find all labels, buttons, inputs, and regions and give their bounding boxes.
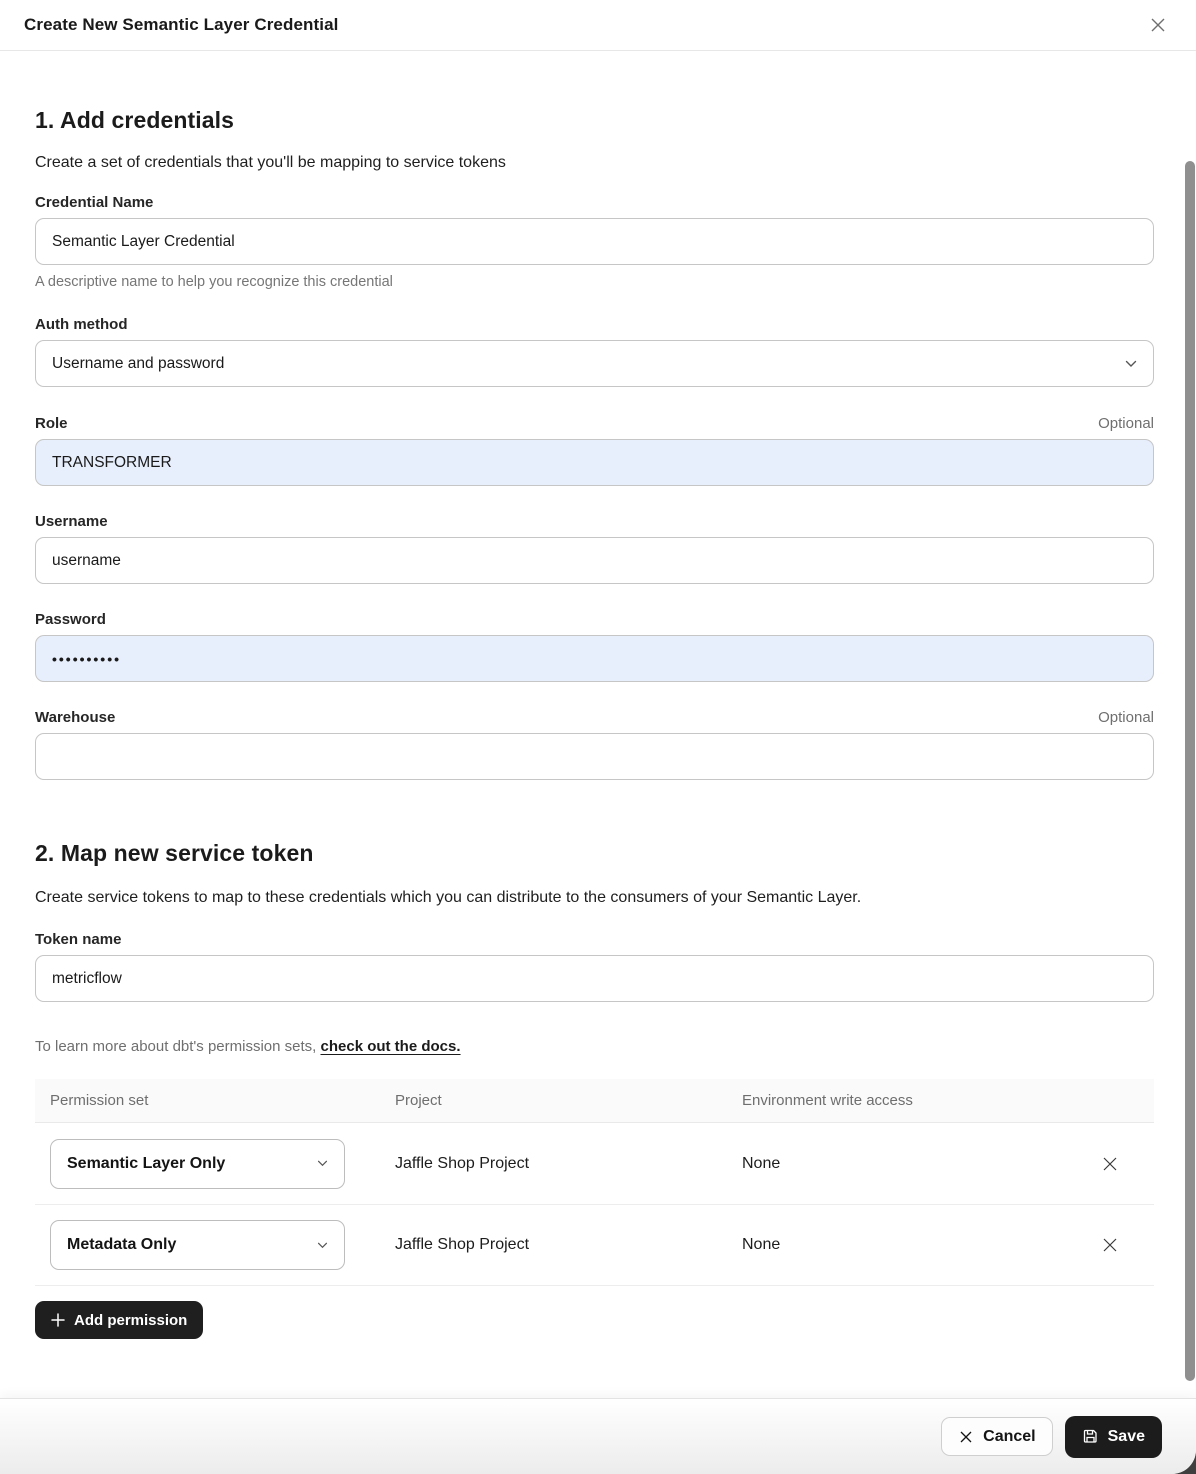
password-input[interactable] xyxy=(35,635,1154,682)
chevron-down-icon xyxy=(317,1242,328,1249)
warehouse-optional-badge: Optional xyxy=(1098,709,1154,726)
credential-name-input[interactable] xyxy=(35,218,1154,265)
table-row: Metadata Only Jaffle Shop Project None xyxy=(35,1204,1154,1285)
modal-body: 1. Add credentials Create a set of crede… xyxy=(0,51,1196,1398)
docs-note-text: To learn more about dbt's permission set… xyxy=(35,1038,321,1055)
role-label: Role xyxy=(35,415,68,432)
permissions-table: Permission set Project Environment write… xyxy=(35,1079,1154,1286)
username-label: Username xyxy=(35,513,108,530)
credential-name-label: Credential Name xyxy=(35,194,153,211)
header-permission-set: Permission set xyxy=(35,1092,380,1109)
cancel-button[interactable]: Cancel xyxy=(941,1417,1052,1456)
project-cell: Jaffle Shop Project xyxy=(380,1155,727,1173)
add-permission-button[interactable]: Add permission xyxy=(35,1301,203,1339)
permission-set-select-2[interactable]: Metadata Only xyxy=(50,1220,345,1270)
permission-set-value: Metadata Only xyxy=(67,1236,176,1254)
plus-icon xyxy=(51,1313,65,1327)
modal-header: Create New Semantic Layer Credential xyxy=(0,0,1196,51)
permission-set-select-1[interactable]: Semantic Layer Only xyxy=(50,1139,345,1189)
save-floppy-icon xyxy=(1082,1428,1099,1445)
auth-method-label: Auth method xyxy=(35,316,127,333)
table-row: Semantic Layer Only Jaffle Shop Project … xyxy=(35,1123,1154,1204)
project-cell: Jaffle Shop Project xyxy=(380,1236,727,1254)
header-env-write-access: Environment write access xyxy=(727,1092,1094,1109)
add-permission-label: Add permission xyxy=(74,1312,187,1329)
create-credential-modal: Create New Semantic Layer Credential 1. … xyxy=(0,0,1196,1474)
modal-footer: Cancel Save xyxy=(0,1398,1196,1474)
scrollbar-thumb[interactable] xyxy=(1185,161,1195,1381)
password-label: Password xyxy=(35,611,106,628)
docs-note: To learn more about dbt's permission set… xyxy=(35,1038,1154,1055)
warehouse-input[interactable] xyxy=(35,733,1154,780)
save-label: Save xyxy=(1108,1428,1145,1446)
cancel-label: Cancel xyxy=(983,1428,1035,1446)
token-name-label: Token name xyxy=(35,931,121,948)
permission-set-value: Semantic Layer Only xyxy=(67,1155,225,1173)
modal-title: Create New Semantic Layer Credential xyxy=(24,15,338,35)
warehouse-label: Warehouse xyxy=(35,709,115,726)
close-icon xyxy=(1148,15,1168,35)
permissions-table-header: Permission set Project Environment write… xyxy=(35,1079,1154,1123)
remove-permission-button-1[interactable] xyxy=(1094,1148,1126,1180)
auth-method-value: Username and password xyxy=(52,355,224,373)
delete-x-icon xyxy=(1101,1155,1119,1173)
save-button[interactable]: Save xyxy=(1065,1416,1162,1458)
docs-link[interactable]: check out the docs. xyxy=(321,1038,461,1055)
auth-method-select[interactable]: Username and password xyxy=(35,340,1154,387)
role-optional-badge: Optional xyxy=(1098,415,1154,432)
remove-permission-button-2[interactable] xyxy=(1094,1229,1126,1261)
section2-description: Create service tokens to map to these cr… xyxy=(35,889,1154,907)
delete-x-icon xyxy=(1101,1236,1119,1254)
env-write-access-cell: None xyxy=(727,1155,1094,1173)
env-write-access-cell: None xyxy=(727,1236,1094,1254)
credential-name-helper: A descriptive name to help you recognize… xyxy=(35,274,1154,290)
chevron-down-icon xyxy=(317,1160,328,1167)
role-input[interactable] xyxy=(35,439,1154,486)
token-name-input[interactable] xyxy=(35,955,1154,1002)
section1-description: Create a set of credentials that you'll … xyxy=(35,154,1154,172)
username-input[interactable] xyxy=(35,537,1154,584)
header-project: Project xyxy=(380,1092,727,1109)
chevron-down-icon xyxy=(1125,360,1137,368)
table-bottom-divider xyxy=(35,1285,1154,1286)
section1-heading: 1. Add credentials xyxy=(35,107,1154,134)
close-button[interactable] xyxy=(1144,11,1172,39)
section2-heading: 2. Map new service token xyxy=(35,840,1154,867)
cancel-x-icon xyxy=(958,1429,974,1445)
